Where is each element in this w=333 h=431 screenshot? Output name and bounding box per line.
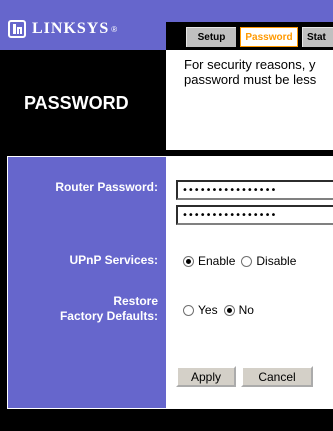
router-password-input[interactable] xyxy=(176,180,333,200)
upnp-disable-radio[interactable] xyxy=(241,255,253,267)
brand-name: LINKSYS xyxy=(32,20,110,37)
info-line-2: password must be less xyxy=(184,72,317,87)
info-text: For security reasons, y password must be… xyxy=(184,57,333,87)
info-line-1: For security reasons, y xyxy=(184,57,316,72)
linksys-logo-icon xyxy=(8,20,26,38)
tab-setup[interactable]: Setup xyxy=(186,27,236,47)
restore-yes-radio[interactable] xyxy=(183,304,194,316)
restore-no-label: No xyxy=(238,303,254,317)
registered-mark: ® xyxy=(111,24,118,34)
restore-label-line-2: Factory Defaults: xyxy=(59,309,158,323)
upnp-disable-label: Disable xyxy=(256,254,297,268)
linksys-logo: LINKSYS ® xyxy=(8,20,117,38)
cancel-button[interactable]: Cancel xyxy=(241,366,313,387)
router-password-label: Router Password: xyxy=(55,180,158,194)
restore-radio-group: Yes No xyxy=(183,303,254,317)
upnp-enable-label: Enable xyxy=(198,254,236,268)
upnp-enable-radio[interactable] xyxy=(183,255,194,267)
restore-yes-label: Yes xyxy=(198,303,218,317)
upnp-radio-group: Enable Disable xyxy=(183,254,296,268)
restore-label-line-1: Restore xyxy=(113,294,158,308)
page-title: PASSWORD xyxy=(24,93,129,113)
router-password-confirm-input[interactable] xyxy=(176,205,333,225)
tab-status[interactable]: Stat xyxy=(302,27,333,47)
upnp-label: UPnP Services: xyxy=(69,253,159,267)
restore-no-radio[interactable] xyxy=(223,304,235,316)
tab-password[interactable]: Password xyxy=(240,27,298,47)
restore-defaults-label: Restore Factory Defaults: xyxy=(60,294,158,324)
apply-button[interactable]: Apply xyxy=(176,366,236,387)
